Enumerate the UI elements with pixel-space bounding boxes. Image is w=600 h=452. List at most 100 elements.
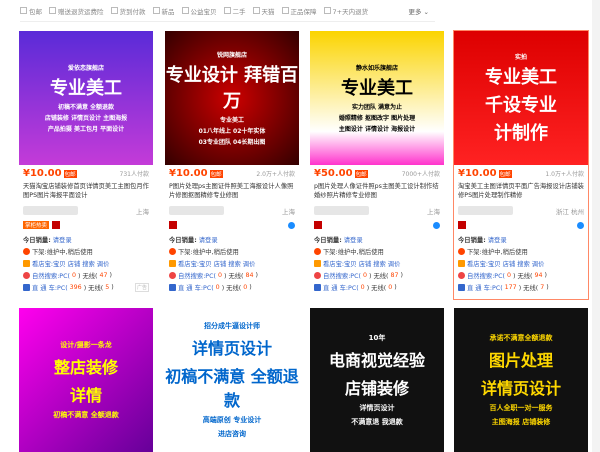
tools-links[interactable]: 看店宝:宝贝 店铺 搜索 调价 [32,259,109,268]
ad-label: 广告 [134,283,149,292]
natural-pc: 0 [506,272,511,279]
checkbox[interactable] [223,7,231,14]
natural-pc: 0 [217,272,222,279]
checkbox[interactable] [152,7,160,14]
filter-cod[interactable]: 货到付款 [110,6,146,16]
hot-badge: 掌柜热卖 [23,221,50,229]
product-image[interactable]: 爱依恋旗舰店 专业美工 初稿不满意 全额退款 店铺装修 详情页设计 主图海报 产品拍摄 … [19,31,153,165]
shop-name[interactable] [458,206,513,215]
checkbox[interactable] [110,7,118,14]
image-text: 招分成牛逼设计师 [204,322,260,330]
shop-name[interactable] [314,206,369,215]
tool-icon [314,260,321,267]
free-shipping-badge: 包邮 [498,169,512,178]
tools-links[interactable]: 看店宝:宝贝 店铺 搜索 调价 [323,259,400,268]
product-card[interactable]: 实拍 专业美工 千设专业 计制作 ¥10.00 包邮 1.0万+人付款 淘宝美工主图详情页… [453,30,589,300]
image-text: 进店咨询 [218,430,246,438]
image-text: 初稿不满意 全额退款 [57,104,115,111]
product-image[interactable]: 承诺不满意全额退款 图片处理 详情页设计 百人全职一对一服务 主图海报 店铺装修 [454,308,588,452]
checkbox[interactable] [49,7,56,14]
filter-label: 二手 [232,7,246,16]
filter-new[interactable]: 新品 [152,6,175,16]
tmall-icon [52,221,61,229]
image-text: 03专业团队 04长期出图 [198,139,266,146]
shop-name[interactable] [23,206,78,215]
login-link[interactable]: 请登录 [199,235,218,244]
paid-count: 1.0万+人付款 [545,171,584,178]
product-image[interactable]: 锐网旗舰店 专业设计 拜错百万 专业美工 01八年线上 02十年实体 03专业团队 04… [165,31,299,165]
filter-7day-return[interactable]: 7+天内退货 [323,6,368,16]
login-link[interactable]: 请登录 [344,235,363,244]
product-image[interactable]: 10年 电商视觉经验 店铺装修 详情页设计 不满意退 我退款 [310,308,444,452]
filter-free-shipping[interactable]: 包邮 [20,6,42,16]
product-card[interactable]: 锐网旗舰店 专业设计 拜错百万 专业美工 01八年线上 02十年实体 03专业团队 04… [164,30,300,300]
image-text: 锐网旗舰店 [216,52,247,59]
image-text: 详情页设计 [191,339,272,358]
free-shipping-badge: 包邮 [354,169,368,178]
product-card[interactable]: 爱依恋旗舰店 专业美工 初稿不满意 全额退款 店铺装修 详情页设计 主图海报 产品拍摄 … [18,30,154,300]
ztc-wireless: 7 [540,284,545,291]
image-text: 初稿不满意 全额退款 [165,367,299,410]
image-text: 千设专业 [485,94,557,116]
image-text: 静水如乐旗舰店 [355,65,398,72]
image-text: 店铺装修 [344,379,409,398]
product-image[interactable]: 实拍 专业美工 千设专业 计制作 [454,31,588,165]
wireless-label: ) 无线( [512,273,533,280]
wangwang-icon[interactable] [288,221,295,229]
location: 上海 [282,208,295,216]
product-card[interactable]: 静水如乐旗舰店 专业美工 实力团队 满意为止 婚照精修 抠图改字 图片处理 主图设计 详… [309,30,445,300]
status-text: 下架:维护中,稍后使用 [323,249,384,256]
login-link[interactable]: 请登录 [488,235,507,244]
car-icon [169,284,176,291]
wangwang-icon[interactable] [433,221,440,229]
free-shipping-badge: 包邮 [209,169,223,178]
product-image[interactable]: 静水如乐旗舰店 专业美工 实力团队 满意为止 婚照精修 抠图改字 图片处理 主图设计 详… [310,31,444,165]
natural-pc: 0 [362,272,367,279]
ztc-pc: 177 [504,284,517,291]
filter-label: 新品 [161,7,175,16]
product-title[interactable]: 淘宝美工主图详情页平面广告海报设计店铺装修PS图片处理制作精修 [458,182,584,202]
natural-search-label: 自然搜索:PC( [32,273,70,280]
product-image[interactable]: 招分成牛逼设计师 详情页设计 初稿不满意 全额退款 高端原创 专业设计 进店咨询 [165,308,299,452]
product-title[interactable]: 天猫淘宝店铺装修首页详情页美工主图包月作图PS图片海报平面设计 [23,182,149,202]
login-link[interactable]: 请登录 [53,235,72,244]
ztc-label: 直 通 车:PC( [32,285,68,292]
sales-label: 今日销量: [23,237,51,244]
natural-wireless: 47 [99,272,108,279]
image-text: 婚照精修 抠图改字 图片处理 [338,115,416,122]
filter-charity[interactable]: 公益宝贝 [181,6,217,16]
product-title[interactable]: p图片处理人像证件照ps主图美工设计制作结婚纱照片精修专业修图 [314,182,440,202]
clock-icon [458,248,465,255]
filter-tmall[interactable]: 天猫 [252,6,275,16]
image-text: 专业美工 [341,78,413,99]
wangwang-icon[interactable] [577,221,584,229]
checkbox[interactable] [281,7,289,14]
filter-return-insurance[interactable]: 赠送退货运费险 [49,6,104,16]
location: 上海 [136,208,149,216]
filter-label: 公益宝贝 [190,7,217,16]
image-text: 实力团队 满意为止 [351,104,403,111]
search-icon [314,272,321,279]
tools-links[interactable]: 看店宝:宝贝 店铺 搜索 调价 [467,259,544,268]
filter-secondhand[interactable]: 二手 [223,6,246,16]
tool-icon [458,260,465,267]
checkbox[interactable] [252,7,260,14]
status-text: 下架:维护中,稍后使用 [467,249,528,256]
image-text: 初稿不满意 全额退款 [53,411,119,419]
image-text: 不满意退 我退款 [351,418,403,426]
natural-search-label: 自然搜索:PC( [178,273,216,280]
shop-name[interactable] [169,206,224,215]
more-label: 更多 [408,7,422,16]
more-filters-button[interactable]: 更多 ⌄ [408,6,429,16]
checkbox[interactable] [181,7,189,14]
scrollbar[interactable] [592,0,600,452]
clock-icon [169,248,176,255]
tools-links[interactable]: 看店宝:宝贝 店铺 搜索 调价 [178,259,255,268]
filter-genuine[interactable]: 正品保障 [281,6,317,16]
product-title[interactable]: P图片处理ps主图证件照美工海报设计人像照片修图抠图精修专业修图 [169,182,295,202]
status-text: 下架:维护中,稍后使用 [32,249,93,256]
product-image[interactable]: 设计/摄影一条龙 整店装修 详情 初稿不满意 全额退款 [19,308,153,452]
natural-wireless: 84 [245,272,254,279]
checkbox[interactable] [20,7,27,14]
checkbox[interactable] [323,7,331,14]
